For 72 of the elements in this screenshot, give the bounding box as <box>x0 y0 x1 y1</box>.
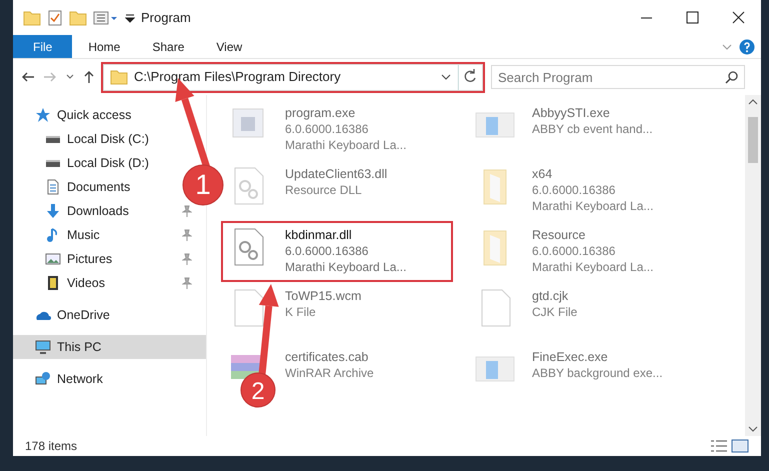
pin-icon[interactable] <box>182 205 192 217</box>
sidebar-item[interactable]: Downloads <box>13 199 206 223</box>
annotation-number: 2 <box>251 378 265 405</box>
help-icon[interactable] <box>739 38 755 54</box>
dropdown-icon[interactable] <box>125 12 135 24</box>
sidebar-item[interactable]: Local Disk (D:) <box>13 151 155 175</box>
back-arrow-icon[interactable] <box>21 71 35 83</box>
sidebar-item[interactable]: Documents <box>13 175 136 199</box>
checklist-icon[interactable] <box>47 8 63 26</box>
file-name[interactable]: ToWP15.wcm <box>285 288 362 304</box>
scrollbar[interactable] <box>745 95 761 436</box>
window-title: Program <box>141 8 191 27</box>
pin-icon[interactable] <box>182 229 192 241</box>
file-detail: CJK File <box>532 304 578 320</box>
picture-icon <box>45 251 61 267</box>
address-path: C:\Program Files\Program Directory <box>134 68 342 86</box>
file-name[interactable]: gtd.cjk <box>532 288 578 304</box>
sidebar-item[interactable]: This PC <box>13 335 206 359</box>
file-name[interactable]: x64 <box>532 166 654 182</box>
tiles-view-icon[interactable] <box>731 439 749 453</box>
search-field[interactable]: Search Program <box>491 65 745 89</box>
file-detail: 6.0.6000.16386 <box>285 243 370 259</box>
up-arrow-icon[interactable] <box>83 70 95 84</box>
computer-icon <box>35 339 51 355</box>
sidebar-item[interactable]: Music <box>13 223 206 247</box>
pin-icon[interactable] <box>182 253 192 265</box>
sidebar-item[interactable]: Pictures <box>13 247 206 271</box>
ribbon-tab[interactable]: File <box>13 35 72 58</box>
file-item[interactable]: kbdinmar.dll 6.0.6000.16386 Marathi Keyboard La... <box>221 221 453 282</box>
ribbon-tab[interactable]: Share <box>136 35 200 58</box>
file-detail: Marathi Keyboard La... <box>285 137 406 153</box>
search-icon[interactable] <box>725 70 739 84</box>
file-detail: 6.0.6000.16386 <box>532 243 616 259</box>
document-icon <box>45 179 61 195</box>
details-view-icon[interactable] <box>710 439 728 453</box>
item-count: 178 items <box>25 438 78 455</box>
sidebar-item[interactable]: Quick access <box>13 103 138 127</box>
file-detail: ABBY background exe... <box>532 365 663 381</box>
annotation-badge <box>240 372 276 408</box>
file-name[interactable]: AbbyySTI.exe <box>532 105 653 121</box>
pin-icon[interactable] <box>182 277 192 289</box>
star-icon <box>35 107 51 123</box>
sidebar-item[interactable]: Local Disk (C:) <box>13 127 155 151</box>
file-detail: WinRAR Archive <box>285 365 374 381</box>
address-bar[interactable]: C:\Program Files\Program Directory <box>103 64 483 90</box>
sidebar-item[interactable]: Network <box>13 367 109 391</box>
folder-icon <box>110 68 128 86</box>
film-icon <box>45 275 61 291</box>
scroll-thumb[interactable] <box>748 117 758 163</box>
file-detail: Resource DLL <box>285 182 363 198</box>
annotation-number: 1 <box>195 169 211 200</box>
file-detail: 6.0.6000.16386 <box>532 182 616 198</box>
ribbon-tab[interactable]: View <box>200 35 258 58</box>
file-detail: K File <box>285 304 317 320</box>
file-detail: Marathi Keyboard La... <box>532 198 654 214</box>
file-name[interactable]: kbdinmar.dll <box>285 227 406 243</box>
file-detail: Marathi Keyboard La... <box>532 259 654 275</box>
download-arrow-icon <box>45 203 61 219</box>
file-detail: ABBY cb event hand... <box>532 121 653 137</box>
file-name[interactable]: UpdateClient63.dll <box>285 166 388 182</box>
file-name[interactable]: FineExec.exe <box>532 349 663 365</box>
properties-icon[interactable] <box>93 10 119 26</box>
ribbon-tab[interactable]: Home <box>72 35 136 58</box>
file-detail: Marathi Keyboard La... <box>285 259 406 275</box>
annotation-badge <box>182 164 224 206</box>
file-detail: 6.0.6000.16386 <box>285 121 370 137</box>
sidebar-item[interactable]: Videos <box>13 271 206 295</box>
network-icon <box>35 371 51 387</box>
file-name[interactable]: certificates.cab <box>285 349 374 365</box>
sidebar-item[interactable]: OneDrive <box>13 303 116 327</box>
file-name[interactable]: program.exe <box>285 105 406 121</box>
file-name[interactable]: Resource <box>532 227 654 243</box>
